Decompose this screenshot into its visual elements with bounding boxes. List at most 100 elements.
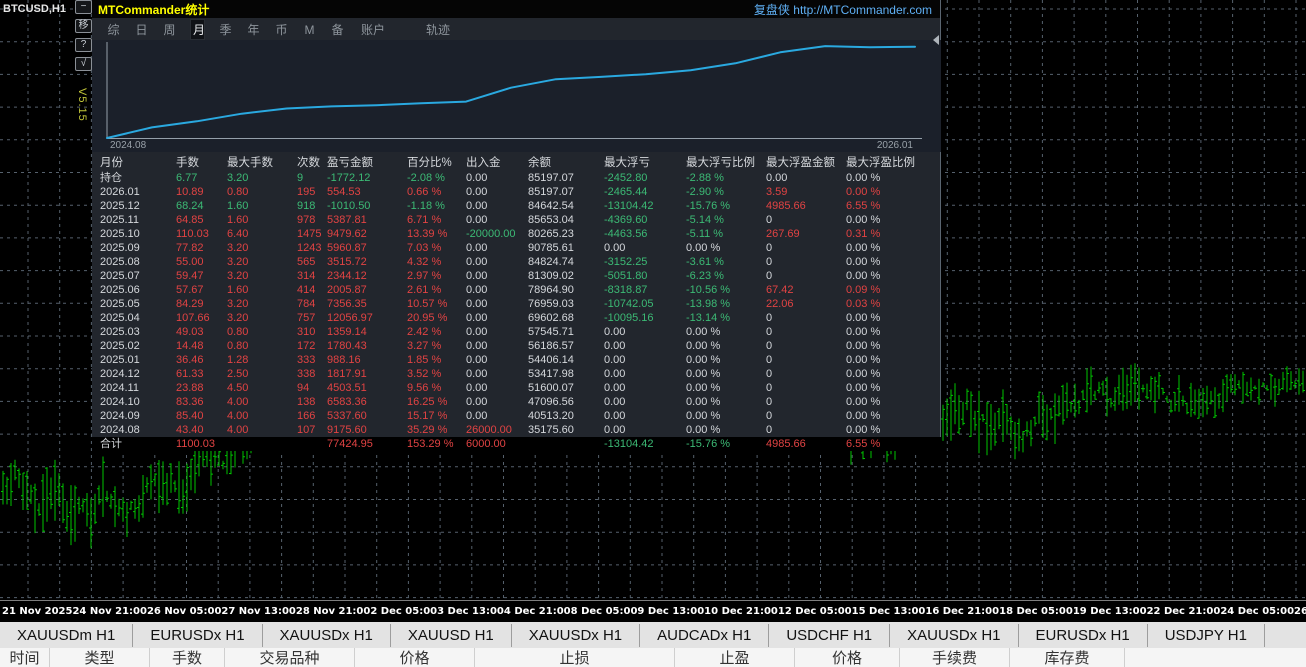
x-axis-end-label: 2026.01 (876, 140, 913, 151)
stats-cell: 0.00 % (846, 326, 881, 338)
stats-cell: 0.00 % (686, 340, 721, 352)
stats-cell: 0.00 (466, 256, 488, 268)
stats-cell: 0.00 % (846, 312, 881, 324)
panel-brand-link[interactable]: 复盘侠 http://MTCommander.com (754, 1, 932, 18)
trade-header-1[interactable]: 类型 (50, 648, 150, 667)
symbol-tab-8[interactable]: EURUSDx H1 (1019, 623, 1148, 647)
panel-tab-6[interactable]: 币 (274, 21, 289, 38)
stats-cell: 0.00 % (846, 368, 881, 380)
trade-header-0[interactable]: 时间 (0, 648, 50, 667)
move-button[interactable]: 移 (75, 19, 92, 33)
timeline-label: 4 Dec 21:00 (503, 606, 571, 617)
symbol-tab-6[interactable]: USDCHF H1 (769, 623, 891, 647)
panel-tab-1[interactable]: 日 (134, 21, 149, 38)
stats-cell: 0.00 (466, 284, 488, 296)
stats-header-cell: 最大浮盈比例 (846, 157, 915, 169)
symbol-tab-9[interactable]: USDJPY H1 (1148, 623, 1265, 647)
stats-cell: -1010.50 (327, 200, 371, 212)
panel-tab-trajectory[interactable]: 轨迹 (423, 21, 453, 38)
trade-history-column-headers: 时间 类型 手数 交易品种 价格 止损 止盈 价格 手续费 库存费 (0, 648, 1306, 667)
stats-cell: 565 (297, 256, 316, 268)
stats-cell: 0 (766, 326, 773, 338)
panel-tab-8[interactable]: 备 (330, 21, 345, 38)
panel-tab-5[interactable]: 年 (246, 21, 261, 38)
stats-cell: 0.00 (466, 312, 488, 324)
stats-row-2025.09: 2025.09 77.82 3.20 1243 5960.87 7.03 % 0.00 907… (92, 241, 941, 255)
trade-header-5[interactable]: 止损 (475, 648, 675, 667)
apply-button[interactable]: √ (75, 57, 92, 71)
stats-cell: 6000.00 (466, 438, 506, 450)
stats-cell: -6.23 % (686, 270, 724, 282)
symbol-tab-5[interactable]: AUDCADx H1 (640, 623, 770, 647)
stats-cell: 0.00 % (686, 242, 721, 254)
panel-titlebar[interactable]: MTCommander统计 复盘侠 http://MTCommander.com (92, 0, 940, 18)
stats-row-2024.10: 2024.10 83.36 4.00 138 6583.36 16.25 % 0.00 470… (92, 395, 941, 409)
stats-cell: 4985.66 (766, 200, 806, 212)
stats-cell: 4.32 % (407, 256, 442, 268)
stats-cell: 9 (297, 172, 304, 184)
panel-tab-7[interactable]: M (302, 23, 317, 37)
panel-collapse-arrow-icon[interactable] (933, 35, 939, 45)
stats-header-cell: 最大手数 (227, 157, 273, 169)
trade-header-4[interactable]: 价格 (355, 648, 475, 667)
panel-tab-9[interactable]: 账户 (358, 21, 388, 38)
stats-cell: 0.00 % (846, 410, 881, 422)
stats-cell: 0.00 (604, 396, 626, 408)
stats-cell: 153.29 % (407, 438, 454, 450)
panel-tab-3[interactable]: 月 (190, 19, 205, 40)
stats-cell: 0.00 (604, 340, 626, 352)
symbol-tab-3[interactable]: XAUUSD H1 (391, 623, 512, 647)
symbol-tab-4[interactable]: XAUUSDx H1 (512, 623, 641, 647)
stats-cell: -10.56 % (686, 284, 731, 296)
stats-cell: 53417.98 (528, 368, 574, 380)
trade-header-8[interactable]: 手续费 (900, 648, 1010, 667)
trade-header-2[interactable]: 手数 (150, 648, 225, 667)
stats-cell: 0 (766, 396, 773, 408)
panel-tab-2[interactable]: 周 (162, 21, 177, 38)
brand-url[interactable]: http://MTCommander.com (793, 3, 932, 17)
stats-cell: 1100.03 (176, 438, 215, 450)
stats-cell: 0.00 (466, 326, 488, 338)
stats-cell: 85653.04 (528, 214, 574, 226)
stats-cell: 0.80 (227, 326, 249, 338)
stats-cell: 3515.72 (327, 256, 367, 268)
timeline-label: 15 Dec 13:00 (851, 606, 926, 617)
stats-cell: 0.00 (466, 368, 488, 380)
minimize-button[interactable]: − (75, 0, 92, 14)
stats-cell: 9.56 % (407, 382, 442, 394)
stats-header-cell: 百分比% (407, 157, 452, 169)
stats-cell: 4985.66 (766, 438, 806, 450)
panel-title: MTCommander统计 (98, 2, 210, 17)
stats-cell: 4.00 (227, 396, 249, 408)
stats-cell: -4369.60 (604, 214, 648, 226)
stats-cell: 414 (297, 284, 316, 296)
symbol-tab-2[interactable]: XAUUSDx H1 (263, 623, 391, 647)
stats-cell: 0.00 % (846, 354, 881, 366)
stats-cell: -13104.42 (604, 438, 654, 450)
trade-header-6[interactable]: 止盈 (675, 648, 795, 667)
stats-cell: 0.00 (466, 382, 488, 394)
stats-cell: -2.90 % (686, 186, 724, 198)
symbol-tab-7[interactable]: XAUUSDx H1 (890, 623, 1019, 647)
stats-cell: 166 (297, 410, 316, 422)
panel-tab-0[interactable]: 综 (106, 21, 121, 38)
panel-tab-4[interactable]: 季 (218, 21, 233, 38)
stats-cell: 0.00 % (686, 382, 721, 394)
trade-header-3[interactable]: 交易品种 (225, 648, 355, 667)
stats-cell: 0.00 % (846, 270, 881, 282)
stats-row-2024.12: 2024.12 61.33 2.50 338 1817.91 3.52 % 0.00 5341… (92, 367, 941, 381)
help-button[interactable]: ? (75, 38, 92, 52)
trade-header-9[interactable]: 库存费 (1010, 648, 1125, 667)
trade-header-7[interactable]: 价格 (795, 648, 900, 667)
stats-cell: 4.00 (227, 424, 249, 436)
stats-cell: 85.40 (176, 410, 204, 422)
stats-cell: 2.42 % (407, 326, 442, 338)
stats-header-cell: 月份 (100, 157, 123, 169)
symbol-tab-0[interactable]: XAUUSDm H1 (0, 623, 134, 647)
timeline-label: 27 Nov 13:00 (221, 606, 296, 617)
symbol-tab-1[interactable]: EURUSDx H1 (133, 623, 263, 647)
timeline-label: 24 Nov 21:00 (72, 606, 147, 617)
stats-cell: 0 (766, 256, 773, 268)
stats-cell: 16.25 % (407, 396, 448, 408)
stats-cell: 2024.11 (100, 382, 139, 394)
